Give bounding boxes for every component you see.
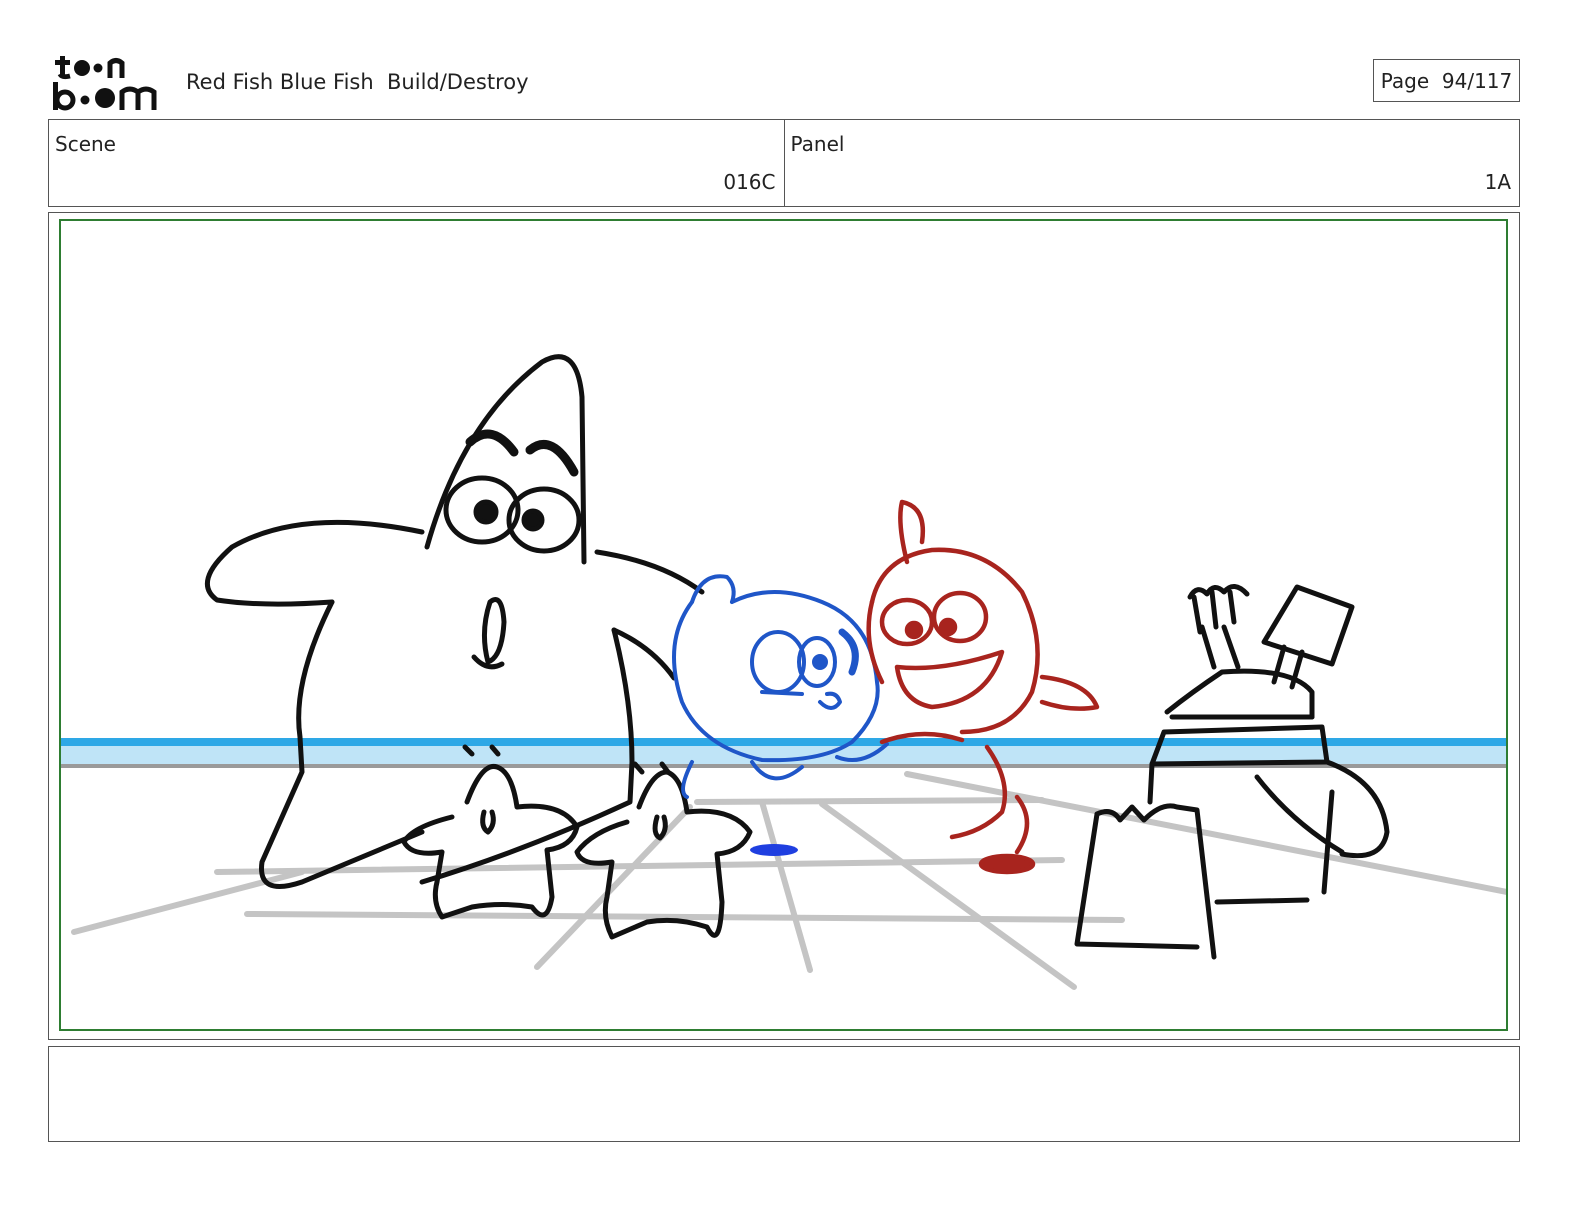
panel-label: Panel [790,132,845,156]
big-starfish [205,354,705,889]
small-starfish-right [574,761,753,940]
project-title: Red Fish Blue Fish Build/Destroy [186,70,529,94]
blue-spot [750,844,798,856]
scene-label: Scene [55,132,116,156]
panel-drawing-area [59,219,1508,1031]
panel-notes-box[interactable] [48,1046,1520,1142]
red-fish [866,499,1100,875]
scene-cell: Scene 016C [49,120,784,206]
panel-cell: Panel 1A [783,120,1520,206]
sandcastle-bucket [1074,584,1390,960]
storyboard-sketch [61,354,1506,990]
page-number: Page 94/117 [1373,59,1520,102]
toon-boom-logo [53,56,157,111]
panel-value: 1A [1484,170,1511,194]
scene-panel-info: Scene 016C Panel 1A [48,119,1520,207]
small-starfish-left [401,744,580,920]
scene-value: 016C [723,170,776,194]
